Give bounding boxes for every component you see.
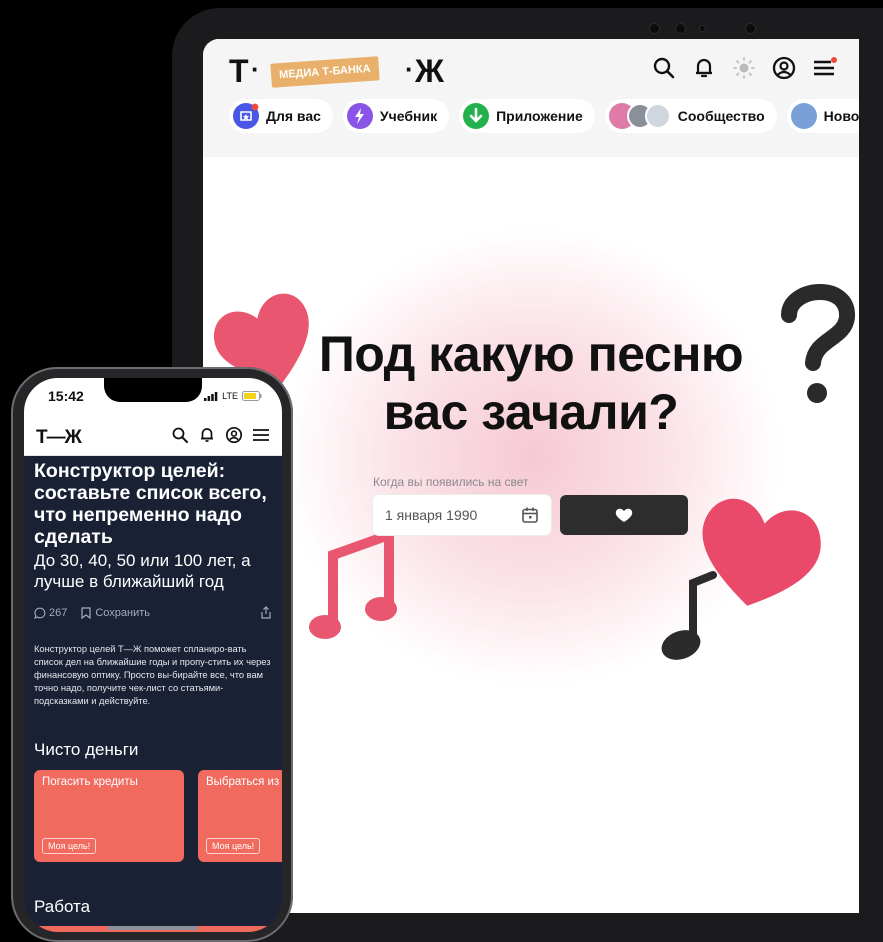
music-note-decoration-pink [309,527,397,639]
comment-icon [34,607,46,619]
status-bar: 15:42 LTE [24,378,282,418]
textbook-icon [346,103,373,129]
phone-notch [104,378,202,402]
battery-icon [242,391,262,401]
bell-icon[interactable] [198,426,216,444]
signal-icon [204,391,218,401]
home-indicator [108,926,198,930]
menu-icon[interactable] [811,55,837,81]
section-title-money: Чисто деньги [34,740,139,759]
status-indicators: LTE [204,391,262,401]
bell-icon[interactable] [691,55,717,81]
hero-title: Под какую песню вас зачали? [318,326,744,440]
heart-icon [615,508,633,522]
bookmark-icon [81,606,91,619]
birth-date-label: Когда вы появились на свет [373,475,529,489]
save-button[interactable]: Сохранить [81,607,150,619]
article-title: Конструктор целей: составьте список всег… [34,460,267,548]
my-goal-button[interactable]: Моя цель! [42,838,97,854]
search-icon[interactable] [171,426,189,444]
for-you-icon [233,103,259,129]
article-subtitle: До 30, 40, 50 или 100 лет, а лучше в бли… [34,551,251,591]
phone-site-header: Т—Ж [24,418,282,456]
goal-card[interactable]: Погасить кредиты Моя цель! [34,770,184,862]
chip-textbook[interactable]: Учебник [342,99,450,133]
search-icon[interactable] [651,55,677,81]
goal-card-title: Выбраться из долговой [206,776,282,788]
tablet-camera [650,24,760,34]
share-icon[interactable] [260,606,272,619]
hero-section: Под какую песню вас зачали? Когда вы поя… [203,157,859,913]
menu-icon[interactable] [252,426,270,444]
site-logo[interactable]: Т · МЕДИА Т-БАНКА · Ж [229,54,449,88]
section-title-work: Работа [34,897,91,916]
my-goal-button[interactable]: Моя цель! [206,838,261,854]
chip-for-you[interactable]: Для вас [229,99,333,133]
site-logo[interactable]: Т—Ж [36,427,82,449]
phone-article: Конструктор целей: составьте список всег… [24,456,282,932]
article-meta: 267 Сохранить [34,606,272,619]
header-icons [651,55,837,81]
tablet-screen: Т · МЕДИА Т-БАНКА · Ж Для вас Учебник Пр… [203,39,859,913]
chip-news[interactable]: Ново [786,99,859,133]
submit-heart-button[interactable] [560,495,688,535]
goal-card[interactable]: Выбраться из долговой Моя цель! [198,770,282,862]
calendar-icon[interactable] [521,506,539,524]
news-icon [790,103,817,129]
media-badge: МЕДИА Т-БАНКА [270,56,380,88]
nav-chips: Для вас Учебник Приложение Сообщество Но… [229,99,859,133]
article-description: Конструктор целей Т—Ж поможет спланиро-в… [34,644,271,706]
music-note-decoration-black [661,571,717,660]
phone-screen: 15:42 LTE Т—Ж Конструктор целей: составь… [24,378,282,932]
download-app-icon [463,103,490,129]
comments-link[interactable]: 267 [34,607,67,619]
phone-header-icons [171,426,270,444]
site-header: Т · МЕДИА Т-БАНКА · Ж Для вас Учебник Пр… [203,39,859,157]
birth-date-field[interactable]: 1 января 1990 [373,495,551,535]
chip-app[interactable]: Приложение [459,99,595,133]
profile-icon[interactable] [225,426,243,444]
theme-sun-icon[interactable] [731,55,757,81]
chip-community[interactable]: Сообщество [604,99,777,133]
profile-icon[interactable] [771,55,797,81]
goal-card-title: Погасить кредиты [42,776,138,788]
status-time: 15:42 [48,388,84,404]
community-avatars-icon [608,103,671,129]
